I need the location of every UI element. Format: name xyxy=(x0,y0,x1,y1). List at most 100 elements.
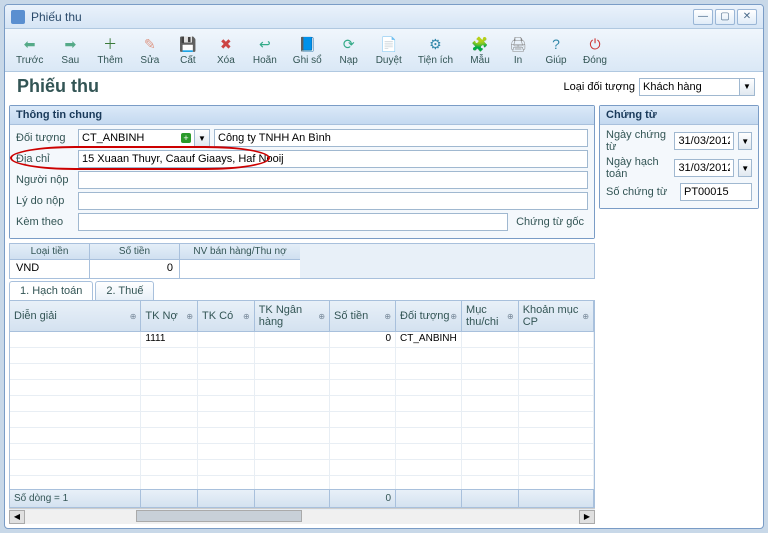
grid-cell[interactable] xyxy=(396,412,462,427)
grid-cell[interactable] xyxy=(255,396,330,411)
grid-cell[interactable] xyxy=(519,364,594,379)
col-header[interactable]: Diễn giải⊕ xyxy=(10,301,141,331)
grid-cell[interactable] xyxy=(330,380,396,395)
grid-cell[interactable] xyxy=(198,332,255,347)
grid-cell[interactable] xyxy=(255,364,330,379)
attach-input[interactable] xyxy=(78,213,508,231)
grid-cell[interactable] xyxy=(330,444,396,459)
table-row[interactable] xyxy=(10,348,594,364)
grid-cell[interactable] xyxy=(141,428,198,443)
grid-cell[interactable] xyxy=(330,396,396,411)
grid-cell[interactable] xyxy=(141,460,198,475)
grid-cell[interactable] xyxy=(330,348,396,363)
grid-cell[interactable] xyxy=(10,348,141,363)
scroll-thumb[interactable] xyxy=(136,510,302,522)
col-header[interactable]: TK Có⊕ xyxy=(198,301,255,331)
add-button[interactable]: ＋Thêm xyxy=(90,31,130,69)
grid-cell[interactable] xyxy=(462,332,519,347)
help-button[interactable]: ?Giúp xyxy=(538,31,574,69)
grid-body[interactable]: 1111 0CT_ANBINH xyxy=(10,332,594,489)
table-row[interactable] xyxy=(10,412,594,428)
grid-cell[interactable] xyxy=(141,476,198,489)
grid-cell[interactable] xyxy=(519,428,594,443)
grid-cell[interactable] xyxy=(462,396,519,411)
close-button[interactable]: ⏻Đóng xyxy=(576,31,614,69)
edit-button[interactable]: ✎Sửa xyxy=(132,31,168,69)
grid-cell[interactable] xyxy=(141,364,198,379)
grid-cell[interactable] xyxy=(330,364,396,379)
table-row[interactable] xyxy=(10,364,594,380)
grid-cell[interactable] xyxy=(396,428,462,443)
table-row[interactable] xyxy=(10,444,594,460)
address-input[interactable] xyxy=(78,150,588,168)
grid-cell[interactable] xyxy=(255,428,330,443)
grid-cell[interactable] xyxy=(198,460,255,475)
grid-cell[interactable]: 1111 xyxy=(141,332,198,347)
grid-cell[interactable] xyxy=(462,444,519,459)
grid-cell[interactable] xyxy=(10,460,141,475)
tab-accounting[interactable]: 1. Hạch toán xyxy=(9,281,93,300)
grid-cell[interactable] xyxy=(10,396,141,411)
grid-cell[interactable] xyxy=(10,332,141,347)
grid-cell[interactable] xyxy=(396,348,462,363)
grid-cell[interactable] xyxy=(462,412,519,427)
grid-cell[interactable] xyxy=(519,348,594,363)
amount-value[interactable]: 0 xyxy=(90,260,179,278)
grid-cell[interactable] xyxy=(10,364,141,379)
target-type-dropdown[interactable]: ▼ xyxy=(739,78,755,96)
save-button[interactable]: 💾Cất xyxy=(170,31,206,69)
table-row[interactable]: 1111 0CT_ANBINH xyxy=(10,332,594,348)
grid-cell[interactable] xyxy=(10,428,141,443)
table-row[interactable] xyxy=(10,396,594,412)
grid-cell[interactable] xyxy=(519,476,594,489)
grid-cell[interactable] xyxy=(519,444,594,459)
grid-cell[interactable] xyxy=(519,396,594,411)
grid-cell[interactable] xyxy=(330,428,396,443)
currency-value[interactable]: VND xyxy=(10,260,89,278)
grid-cell[interactable] xyxy=(198,348,255,363)
grid-cell[interactable]: CT_ANBINH xyxy=(396,332,462,347)
post-date-picker[interactable]: ▼ xyxy=(738,159,752,177)
grid-cell[interactable] xyxy=(10,380,141,395)
grid-cell[interactable] xyxy=(141,444,198,459)
grid-cell[interactable] xyxy=(10,444,141,459)
post-button[interactable]: 📘Ghi sổ xyxy=(286,31,329,69)
grid-cell[interactable] xyxy=(462,460,519,475)
post-date-input[interactable] xyxy=(674,159,734,177)
grid-cell[interactable] xyxy=(255,348,330,363)
grid-cell[interactable] xyxy=(10,476,141,489)
col-header[interactable]: Mục thu/chi⊕ xyxy=(462,301,519,331)
voucher-date-input[interactable] xyxy=(674,132,734,150)
grid-cell[interactable] xyxy=(462,348,519,363)
maximize-button[interactable]: ▢ xyxy=(715,9,735,25)
grid-cell[interactable] xyxy=(462,364,519,379)
grid-cell[interactable] xyxy=(396,364,462,379)
grid-cell[interactable] xyxy=(198,412,255,427)
grid-cell[interactable] xyxy=(330,412,396,427)
grid-cell[interactable] xyxy=(141,396,198,411)
template-button[interactable]: 🧩Mẫu xyxy=(462,31,498,69)
grid-cell[interactable] xyxy=(519,332,594,347)
target-type-select[interactable] xyxy=(639,78,739,96)
col-header[interactable]: TK Ngân hàng⊕ xyxy=(255,301,330,331)
utility-button[interactable]: ⚙Tiện ích xyxy=(411,31,460,69)
grid-cell[interactable] xyxy=(255,444,330,459)
col-header[interactable]: Đối tượng⊕ xyxy=(396,301,462,331)
grid-cell[interactable] xyxy=(10,412,141,427)
grid-cell[interactable]: 0 xyxy=(330,332,396,347)
salesperson-value[interactable] xyxy=(180,260,300,278)
target-code-input[interactable] xyxy=(78,129,178,147)
grid-cell[interactable] xyxy=(255,476,330,489)
grid-cell[interactable] xyxy=(330,460,396,475)
col-header[interactable]: Số tiền⊕ xyxy=(330,301,396,331)
grid-cell[interactable] xyxy=(519,412,594,427)
target-dropdown[interactable]: ▼ xyxy=(194,129,210,147)
grid-cell[interactable] xyxy=(396,380,462,395)
grid-cell[interactable] xyxy=(396,444,462,459)
target-name-input[interactable] xyxy=(214,129,588,147)
browse-button[interactable]: 📄Duyệt xyxy=(369,31,409,69)
grid-cell[interactable] xyxy=(396,476,462,489)
grid-cell[interactable] xyxy=(396,460,462,475)
grid-cell[interactable] xyxy=(519,460,594,475)
grid-cell[interactable] xyxy=(198,428,255,443)
